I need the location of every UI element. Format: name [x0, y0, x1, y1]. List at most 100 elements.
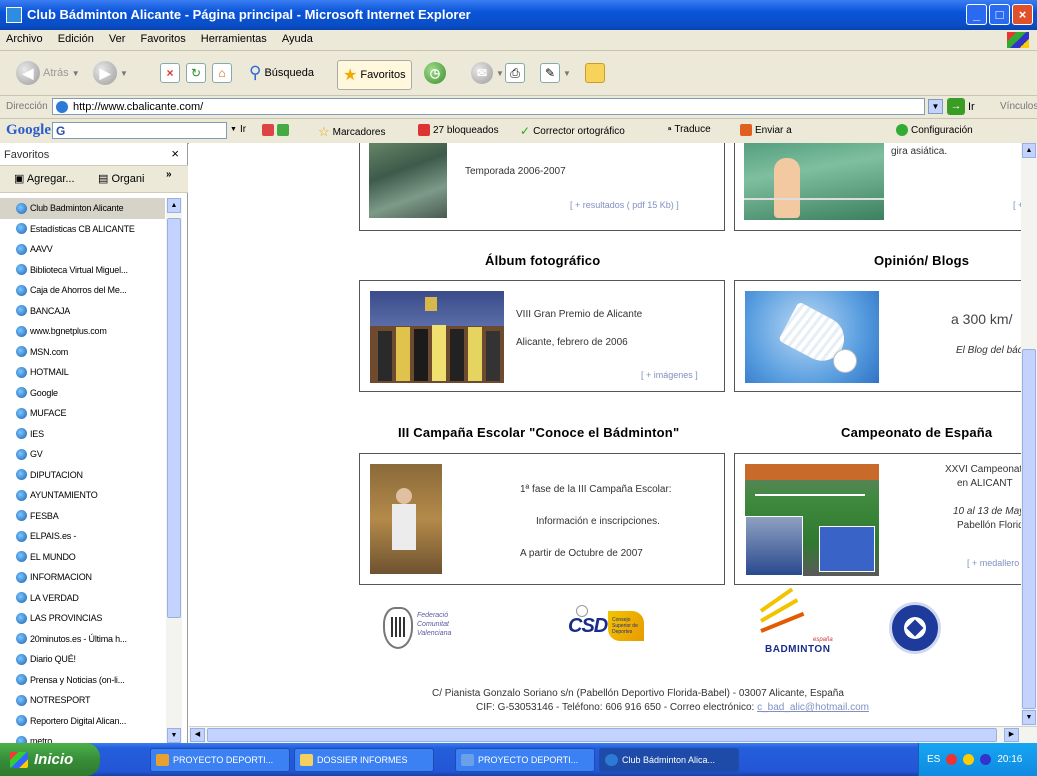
stop-button[interactable]: ×	[160, 59, 180, 87]
favorite-item[interactable]: Prensa y Noticias (on-li...	[0, 670, 165, 691]
favorite-item[interactable]: Diario QUÉ!	[0, 649, 165, 670]
home-button[interactable]: ⌂	[212, 59, 232, 87]
favorite-item[interactable]: Reportero Digital Alican...	[0, 711, 165, 732]
links-button[interactable]: Vínculos	[1000, 101, 1037, 112]
maximize-button[interactable]: □	[989, 4, 1010, 25]
network-icon[interactable]	[963, 754, 975, 765]
medal-table-link[interactable]: [ + medallero (	[967, 558, 1021, 568]
csd-logo[interactable]: CSD Consejo Superior de Deportes	[564, 605, 644, 655]
page-vertical-scrollbar[interactable]: ▲ ▼	[1021, 143, 1037, 726]
menu-ayuda[interactable]: Ayuda	[276, 30, 319, 45]
album-group-photo[interactable]	[370, 291, 504, 383]
google-search-go-button[interactable]: ▼ Ir	[230, 124, 246, 135]
favorite-item[interactable]: HOTMAIL	[0, 362, 165, 383]
messenger-icon[interactable]	[980, 754, 992, 765]
organize-favorites-button[interactable]: ▤ Organi	[98, 172, 144, 185]
scroll-right-icon[interactable]: ▶	[1004, 728, 1019, 742]
search-button[interactable]: ⚲ Búsqueda	[249, 59, 314, 87]
sidebar-scrollbar[interactable]: ▲ ▼	[166, 198, 182, 743]
task-dossier[interactable]: DOSSIER INFORMES	[294, 748, 434, 772]
menu-ver[interactable]: Ver	[103, 30, 132, 45]
federation-seal-logo[interactable]	[889, 602, 941, 654]
google-logo[interactable]: Google	[6, 122, 51, 139]
school-campaign-photo[interactable]	[370, 464, 442, 574]
favorite-item[interactable]: ELPAIS.es -	[0, 526, 165, 547]
menu-edicion[interactable]: Edición	[52, 30, 100, 45]
mail-button[interactable]: ✉ ▼	[471, 59, 504, 87]
shuttlecock-photo[interactable]	[745, 291, 879, 383]
send-to-button[interactable]: Enviar a	[740, 124, 792, 136]
favorite-item[interactable]: INFORMACION	[0, 567, 165, 588]
task-proyecto-2[interactable]: PROYECTO DEPORTI...	[455, 748, 595, 772]
favorite-item[interactable]: Biblioteca Virtual Miguel...	[0, 260, 165, 281]
favorite-item[interactable]: Caja de Ahorros del Me...	[0, 280, 165, 301]
spellcheck-button[interactable]: ✓ Corrector ortográfico	[520, 124, 625, 138]
favorite-item[interactable]: LAS PROVINCIAS	[0, 608, 165, 629]
blog-title-text[interactable]: El Blog del bádm	[956, 345, 1021, 356]
sidebar-close-button[interactable]: ×	[171, 146, 179, 161]
task-proyecto-1[interactable]: PROYECTO DEPORTI...	[150, 748, 290, 772]
folder-button[interactable]	[585, 59, 605, 87]
scrollbar-thumb[interactable]	[1022, 349, 1036, 709]
favorite-item[interactable]: 20minutos.es - Última h...	[0, 629, 165, 650]
add-favorite-button[interactable]: ▣ Agregar...	[14, 172, 75, 185]
asia-tour-link[interactable]: [ +	[1013, 200, 1021, 210]
results-link[interactable]: [ + resultados ( pdf 15 Kb) ]	[570, 200, 679, 210]
favorite-item[interactable]: www.bgnetplus.com	[0, 321, 165, 342]
print-button[interactable]: ⎙	[505, 59, 525, 87]
scroll-up-icon[interactable]: ▲	[1022, 143, 1036, 158]
favorite-item[interactable]: EL MUNDO	[0, 547, 165, 568]
fcv-badminton-logo[interactable]: Federació Comunitat Valenciana	[379, 603, 479, 661]
menu-archivo[interactable]: Archivo	[0, 30, 49, 45]
favorite-item[interactable]: AYUNTAMIENTO	[0, 485, 165, 506]
language-indicator[interactable]: ES	[927, 754, 940, 765]
favorite-item[interactable]: FESBA	[0, 506, 165, 527]
start-button[interactable]: Inicio	[0, 743, 100, 776]
google-tools-icons[interactable]	[262, 124, 289, 136]
email-link[interactable]: c_bad_alic@hotmail.com	[757, 702, 869, 713]
forward-button[interactable]: ▶ ▼	[93, 59, 128, 87]
settings-button[interactable]: Configuración	[896, 124, 973, 136]
bookmarks-button[interactable]: ☆ Marcadores	[318, 124, 385, 140]
refresh-button[interactable]: ↻	[186, 59, 206, 87]
favorites-button[interactable]: ★ Favoritos	[337, 60, 412, 90]
favorite-item[interactable]: MUFACE	[0, 403, 165, 424]
favorite-item[interactable]: GV	[0, 444, 165, 465]
scroll-up-icon[interactable]: ▲	[167, 198, 181, 213]
task-club-badminton[interactable]: Club Bádminton Alica...	[599, 748, 739, 772]
scroll-left-icon[interactable]: ◀	[190, 728, 205, 742]
favorite-item[interactable]: IES	[0, 424, 165, 445]
page-horizontal-scrollbar[interactable]: ◀ ▶	[189, 726, 1037, 743]
close-button[interactable]: ×	[1012, 4, 1033, 25]
favorite-item[interactable]: LA VERDAD	[0, 588, 165, 609]
scrollbar-thumb[interactable]	[207, 728, 997, 742]
favorite-item[interactable]: DIPUTACION	[0, 465, 165, 486]
popup-blocker-button[interactable]: 27 bloqueados	[418, 124, 499, 136]
album-images-link[interactable]: [ + imágenes ]	[641, 370, 698, 380]
scroll-down-icon[interactable]: ▼	[1022, 710, 1036, 725]
championship-photo[interactable]	[745, 464, 879, 576]
google-search-input[interactable]: G	[52, 122, 227, 139]
favorite-item[interactable]: Club Badminton Alicante	[0, 198, 165, 219]
badminton-espana-logo[interactable]: españa BADMINTON	[747, 587, 843, 657]
antivirus-icon[interactable]	[946, 754, 958, 765]
minimize-button[interactable]: _	[966, 4, 987, 25]
history-button[interactable]: ◷	[424, 59, 446, 87]
favorite-item[interactable]: Estadísticas CB ALICANTE	[0, 219, 165, 240]
back-button[interactable]: ◀ Atrás ▼	[16, 59, 80, 87]
favorite-item[interactable]: MSN.com	[0, 342, 165, 363]
scroll-down-icon[interactable]: ▼	[167, 728, 181, 743]
menu-favoritos[interactable]: Favoritos	[134, 30, 191, 45]
translate-button[interactable]: ª Traduce	[668, 124, 711, 135]
go-button[interactable]: → Ir	[947, 98, 975, 115]
edit-button[interactable]: ✎ ▼	[540, 59, 571, 87]
scrollbar-thumb[interactable]	[167, 218, 181, 618]
url-dropdown-button[interactable]: ▼	[928, 99, 943, 114]
favorite-item[interactable]: Google	[0, 383, 165, 404]
favorite-item[interactable]: NOTRESPORT	[0, 690, 165, 711]
more-chevron-icon[interactable]: »	[166, 169, 172, 180]
menu-herramientas[interactable]: Herramientas	[195, 30, 273, 45]
favorite-item[interactable]: AAVV	[0, 239, 165, 260]
favorite-item[interactable]: BANCAJA	[0, 301, 165, 322]
url-input[interactable]: http://www.cbalicante.com/	[52, 98, 925, 115]
